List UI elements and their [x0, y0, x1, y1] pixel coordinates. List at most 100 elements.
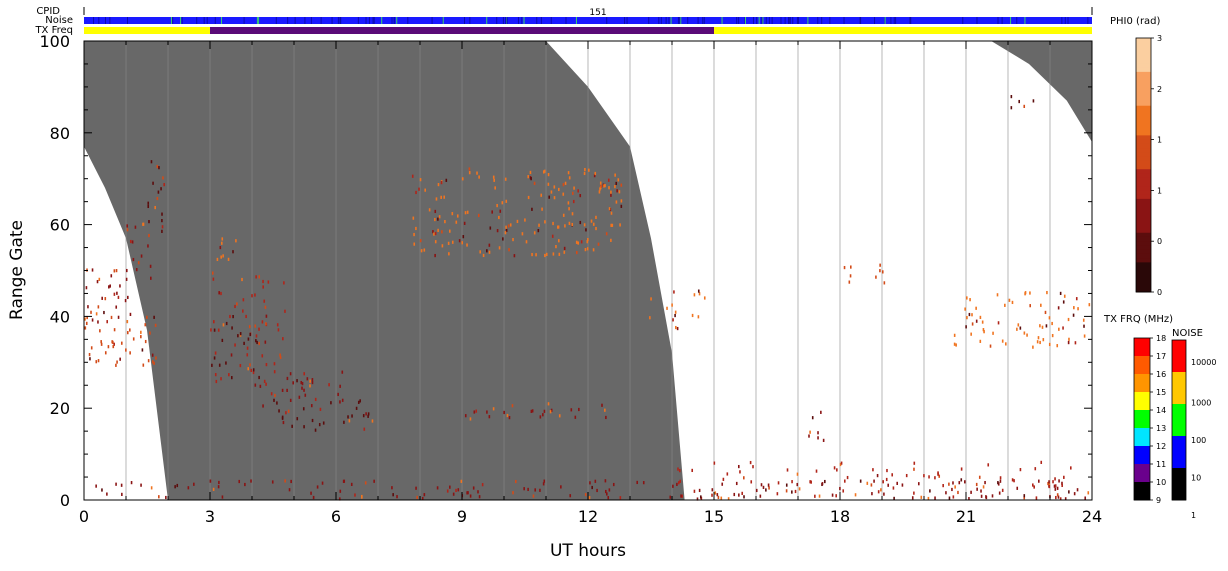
scatter-point: [91, 318, 94, 322]
scatter-point: [905, 473, 908, 478]
scatter-point: [213, 356, 216, 360]
scatter-point: [95, 484, 97, 488]
scatter-point: [284, 479, 286, 483]
scatter-point: [569, 494, 572, 498]
scatter-point: [424, 188, 426, 192]
scatter-point: [364, 481, 367, 485]
scatter-point: [157, 190, 160, 194]
scatter-point: [511, 404, 514, 408]
scatter-point: [530, 177, 532, 181]
scatter-point: [140, 335, 142, 339]
scatter-point: [584, 167, 586, 172]
scatter-point: [318, 423, 321, 427]
scatter-point: [461, 241, 463, 245]
scatter-point: [357, 400, 360, 404]
noise-color-step: [1172, 468, 1186, 501]
scatter-point: [1039, 340, 1041, 345]
scatter-point: [222, 254, 224, 258]
scatter-point: [872, 468, 874, 472]
scatter-point: [506, 413, 509, 418]
scatter-point: [279, 355, 282, 359]
scatter-point: [236, 302, 238, 306]
scatter-point: [211, 363, 213, 367]
scatter-point: [95, 312, 98, 316]
scatter-point: [415, 226, 417, 231]
scatter-point: [311, 378, 314, 382]
scatter-point: [217, 485, 220, 489]
scatter-point: [161, 219, 163, 223]
scatter-point: [642, 481, 645, 485]
noise-stripe: [1087, 17, 1089, 24]
txfreq-tick-label: 15: [1156, 388, 1166, 397]
txfreq-color-step: [1134, 446, 1150, 465]
scatter-point: [615, 181, 618, 186]
phi0-color-step: [1136, 71, 1151, 77]
scatter-point: [672, 318, 674, 322]
txfreq-color-step: [1134, 410, 1150, 429]
scatter-point: [1052, 480, 1054, 484]
scatter-point: [472, 486, 475, 490]
scatter-point: [152, 360, 154, 364]
scatter-point: [934, 476, 936, 480]
scatter-point: [466, 243, 468, 247]
scatter-point: [1087, 491, 1090, 495]
scatter-point: [362, 414, 365, 418]
scatter-point: [264, 340, 267, 344]
scatter-point: [953, 342, 956, 346]
scatter-point: [911, 496, 914, 500]
phi0-color-step: [1136, 135, 1151, 141]
scatter-point: [463, 221, 466, 225]
scatter-point: [232, 314, 234, 319]
scatter-point: [115, 363, 117, 367]
scatter-point: [720, 496, 723, 500]
scatter-point: [558, 187, 560, 192]
scatter-point: [589, 481, 591, 485]
scatter-point: [126, 331, 129, 335]
scatter-point: [896, 481, 899, 485]
scatter-point: [547, 182, 550, 186]
noise-stripe: [565, 17, 567, 24]
scatter-point: [1054, 484, 1057, 488]
scatter-point: [391, 486, 393, 490]
scatter-point: [711, 493, 713, 497]
scatter-point: [703, 296, 706, 300]
scatter-point: [955, 343, 957, 347]
scatter-point: [441, 244, 444, 248]
scatter-point: [276, 401, 278, 405]
scatter-point: [595, 226, 597, 231]
scatter-point: [584, 248, 587, 252]
scatter-point: [359, 399, 361, 403]
scatter-point: [531, 252, 533, 257]
scatter-point: [415, 190, 417, 195]
scatter-point: [460, 479, 463, 483]
noise-stripe: [660, 17, 662, 24]
phi0-color-step: [1136, 84, 1151, 90]
scatter-point: [152, 181, 154, 185]
scatter-point: [1077, 307, 1079, 311]
scatter-point: [543, 479, 546, 483]
scatter-point: [423, 248, 426, 252]
phi0-color-step: [1136, 215, 1151, 221]
scatter-point: [434, 217, 436, 222]
scatter-point: [165, 495, 167, 500]
scatter-point: [1026, 333, 1028, 337]
scatter-point: [541, 207, 543, 211]
scatter-point: [234, 343, 236, 347]
scatter-point: [319, 407, 322, 411]
scatter-point: [1011, 300, 1014, 305]
noise-stripe: [895, 17, 897, 24]
scatter-point: [91, 268, 94, 272]
scatter-point: [1032, 345, 1034, 349]
scatter-point: [1013, 479, 1015, 483]
noise-stripe: [744, 17, 746, 24]
txfreq-bar-left: [84, 27, 210, 34]
scatter-point: [1018, 99, 1021, 104]
noise-stripe: [372, 17, 374, 24]
scatter-point: [286, 376, 289, 381]
scatter-point: [543, 409, 546, 413]
scatter-point: [1072, 313, 1075, 317]
scatter-point: [156, 164, 159, 169]
noise-stripe: [365, 17, 367, 24]
y-tick-label: 60: [50, 216, 70, 235]
scatter-point: [768, 486, 770, 490]
